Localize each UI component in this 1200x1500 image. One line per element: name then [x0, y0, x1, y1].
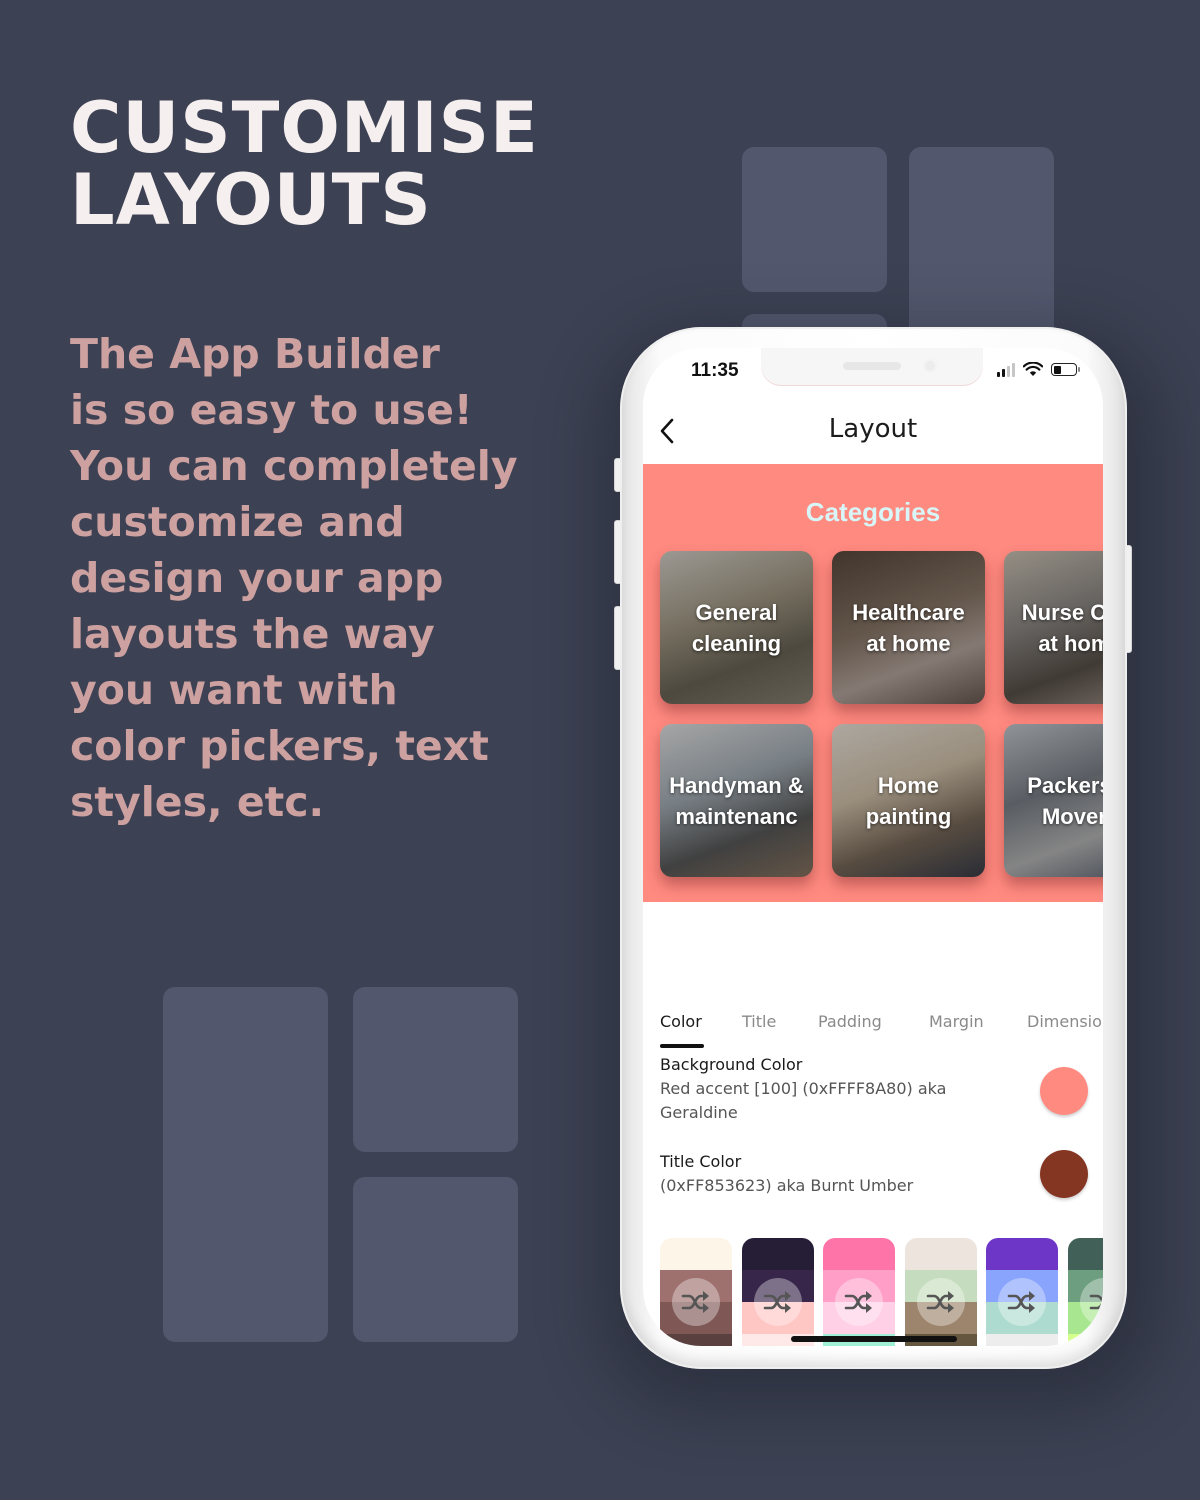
category-label: Nurse Care at home: [1021, 599, 1103, 656]
title-color-setting[interactable]: Title Color (0xFF853623) aka Burnt Umber: [660, 1150, 1090, 1198]
palette-stripe: [823, 1238, 895, 1270]
palette-stripe: [986, 1238, 1058, 1270]
app-bar: Layout: [643, 400, 1103, 464]
background-color-setting[interactable]: Background Color Red accent [100] (0xFFF…: [660, 1053, 1090, 1125]
title-color-swatch[interactable]: [1040, 1150, 1088, 1198]
shuffle-icon[interactable]: [835, 1278, 883, 1326]
shuffle-icon[interactable]: [672, 1278, 720, 1326]
signal-bar: [1002, 368, 1005, 377]
decor-block: [353, 987, 518, 1152]
shuffle-icon[interactable]: [998, 1278, 1046, 1326]
color-palette[interactable]: [904, 1238, 977, 1346]
signal-bar: [997, 371, 1000, 377]
headline: CUSTOMISE LAYOUTS: [70, 87, 539, 241]
decor-block: [353, 1177, 518, 1342]
battery-icon: [1051, 363, 1080, 376]
palette-stripe: [741, 1238, 814, 1270]
setting-value: Red accent [100] (0xFFFF8A80) aka Gerald…: [660, 1079, 947, 1122]
setting-label: Title Color: [660, 1152, 742, 1171]
signal-icon: [997, 362, 1015, 377]
color-palette[interactable]: [660, 1238, 732, 1346]
category-card[interactable]: Handyman & maintenanc: [660, 724, 813, 877]
palette-stripe: [1067, 1238, 1103, 1270]
palette-stripe: [986, 1334, 1058, 1346]
tab-padding[interactable]: Padding: [818, 1012, 882, 1031]
category-label: Packers & Movers: [1027, 772, 1103, 829]
setting-value: (0xFF853623) aka Burnt Umber: [660, 1176, 914, 1195]
tab-dimensions[interactable]: Dimensions: [1027, 1012, 1103, 1031]
shuffle-icon[interactable]: [753, 1278, 802, 1326]
tab-margin[interactable]: Margin: [929, 1012, 984, 1031]
body-copy: The App Builder is so easy to use! You c…: [70, 330, 518, 826]
palette-stripe: [660, 1334, 732, 1346]
home-indicator: [791, 1336, 957, 1342]
layout-preview: Categories General cleaning Healthcare at…: [643, 464, 1103, 902]
decor-block: [163, 987, 328, 1342]
category-card[interactable]: Home painting: [832, 724, 985, 877]
category-card[interactable]: Nurse Care at home: [1004, 551, 1103, 704]
setting-label: Background Color: [660, 1055, 803, 1074]
palette-stripe: [904, 1238, 977, 1270]
tab-color[interactable]: Color: [660, 1012, 702, 1031]
status-icons: [997, 362, 1080, 377]
decor-block: [742, 147, 887, 292]
wifi-icon: [1023, 362, 1043, 376]
speaker-grille: [843, 362, 901, 370]
signal-bar: [1012, 362, 1015, 377]
category-label: Healthcare at home: [852, 599, 965, 656]
signal-bar: [1007, 365, 1010, 377]
page-title: Layout: [828, 414, 918, 444]
palette-list: [660, 1238, 1103, 1346]
color-palette[interactable]: [986, 1238, 1058, 1346]
preview-title: Categories: [805, 497, 941, 527]
color-palette[interactable]: [823, 1238, 895, 1346]
category-label: General cleaning: [691, 599, 782, 656]
phone-screen: 11:35 Layout Categories General cleaning…: [643, 348, 1103, 1346]
category-label: Handyman & maintenanc: [669, 772, 804, 829]
color-palette[interactable]: [1067, 1238, 1103, 1346]
category-card[interactable]: General cleaning: [660, 551, 813, 704]
status-time: 11:35: [691, 360, 739, 381]
tab-title[interactable]: Title: [742, 1012, 776, 1031]
palette-stripe: [660, 1238, 732, 1270]
notch: [761, 348, 983, 385]
category-label: Home painting: [865, 772, 952, 829]
palette-stripe: [1067, 1334, 1103, 1346]
shuffle-icon[interactable]: [916, 1278, 965, 1326]
settings-tabs: Color Title Padding Margin Dimensions: [643, 1008, 1103, 1048]
background-color-swatch[interactable]: [1040, 1067, 1088, 1115]
front-camera: [923, 359, 937, 373]
category-card[interactable]: Packers & Movers: [1004, 724, 1103, 877]
active-tab-indicator: [660, 1044, 704, 1048]
color-palette[interactable]: [741, 1238, 814, 1346]
category-card[interactable]: Healthcare at home: [832, 551, 985, 704]
